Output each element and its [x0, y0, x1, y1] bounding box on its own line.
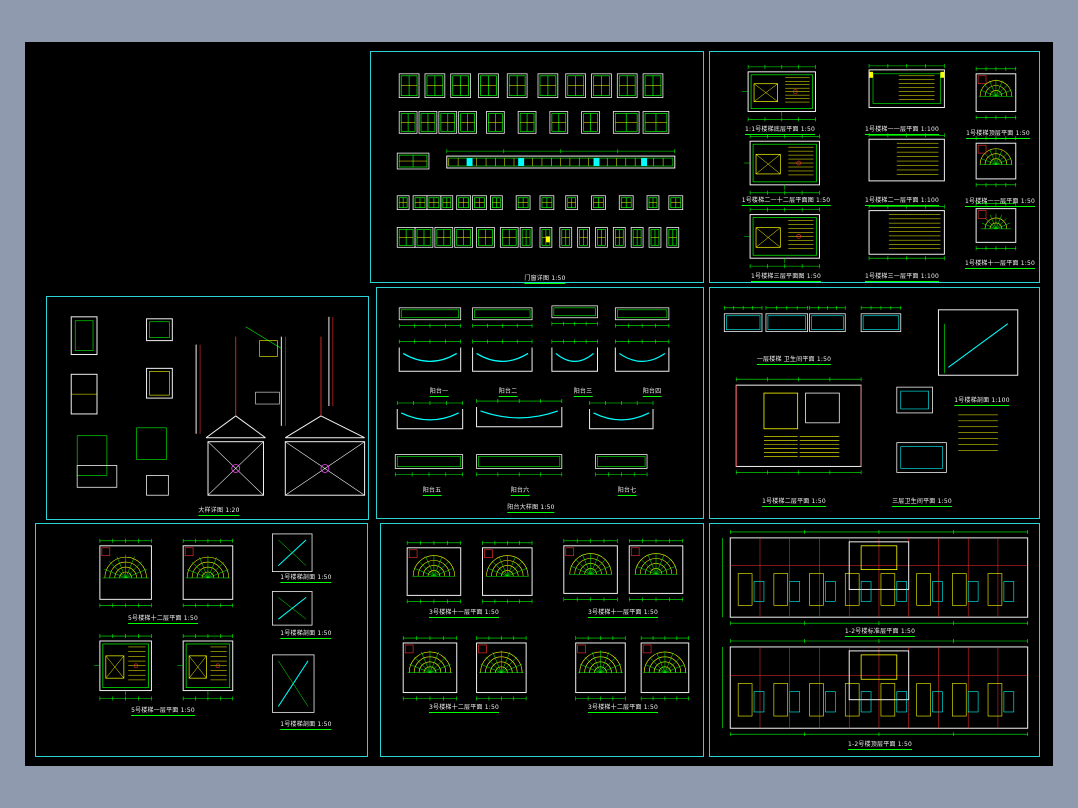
floor-plan-panel: 1-2号楼标准层平面 1:50 1-2号楼顶层平面 1:50 — [709, 523, 1040, 757]
stair-3-title-1: 3号楼梯十一层平面 1:50 — [429, 609, 499, 618]
stair-1-title-1: 1:1号楼梯底层平面 1:50 — [744, 126, 816, 135]
stair-1-title-2: 1号楼梯二一十二层平面图 1:50 — [741, 197, 831, 206]
balcony-label-2: 阳台二 — [498, 388, 518, 397]
stair-5-panel: 5号楼梯十二层平面 1:50 5号楼梯一层平面 1:50 1号楼梯剖面 1:50… — [35, 523, 368, 757]
elevator-title-4: 三层卫生间平面 1:50 — [892, 498, 952, 507]
stair-1-title-6: 1号楼梯三一层平面 1:100 — [864, 273, 940, 282]
balcony-label-1: 阳台一 — [429, 388, 449, 397]
balcony-label-7: 阳台七 — [617, 487, 637, 496]
balcony-label-5: 阳台五 — [422, 487, 442, 496]
elevator-title-1: 一层楼梯 卫生间平面 1:50 — [756, 356, 832, 365]
balcony-panel: 阳台一 阳台二 阳台三 阳台四 阳台五 阳台六 阳台七 阳台大样图 1:50 — [376, 287, 704, 519]
stair-1-title-3: 1号楼梯三层平面图 1:50 — [751, 273, 821, 282]
stair-5-title-2: 5号楼梯一层平面 1:50 — [131, 707, 195, 716]
node-detail-title: 大样详图 1:20 — [198, 507, 240, 516]
stair-1-title-4: 1号楼梯一一层平面 1:100 — [864, 126, 940, 135]
balcony-label-3: 阳台三 — [573, 388, 593, 397]
node-detail-panel: 大样详图 1:20 — [46, 296, 369, 520]
stair-3-title-2: 3号楼梯十一层平面 1:50 — [588, 609, 658, 618]
balcony-label-6: 阳台六 — [510, 487, 530, 496]
stair-3-panel: 3号楼梯十一层平面 1:50 3号楼梯十一层平面 1:50 3号楼梯十二层平面 … — [380, 523, 704, 757]
door-window-title: 门窗详图 1:50 — [524, 275, 566, 284]
stair-1-drawing — [742, 63, 1017, 269]
stair-1-title-8: 1号楼梯一一层平面 1:50 — [965, 198, 1035, 207]
balcony-main-title: 阳台大样图 1:50 — [507, 504, 556, 513]
stair-1-title-7: 1号楼梯顶层平面 1:50 — [966, 130, 1030, 139]
door-window-drawing — [396, 73, 684, 248]
floor-plan-title-1: 1-2号楼标准层平面 1:50 — [844, 628, 916, 637]
door-window-panel: 门窗详图 1:50 — [370, 51, 704, 284]
stair-1-title-9: 1号楼梯十一层平面 1:50 — [965, 260, 1035, 269]
stair-5-section-2: 1号楼梯剖面 1:50 — [280, 630, 333, 639]
stair-3-drawing — [402, 538, 690, 701]
stair-1-title-5: 1号楼梯二一层平面 1:100 — [864, 197, 940, 206]
floor-plan-drawing — [722, 529, 1029, 737]
elevator-panel: 一层楼梯 卫生间平面 1:50 1号楼梯剖面 1:100 1号楼梯二层平面 1:… — [709, 287, 1040, 519]
balcony-drawing — [394, 305, 670, 477]
node-detail-drawing — [70, 316, 366, 496]
stair-5-section-1: 1号楼梯剖面 1:50 — [280, 574, 333, 583]
drawing-sheet: 门窗详图 1:50 1:1号楼梯底层平面 1:50 1号楼梯二一十二层平面图 1… — [25, 42, 1053, 766]
stair-5-title-1: 5号楼梯十二层平面 1:50 — [128, 615, 198, 624]
stair-3-title-4: 3号楼梯十二层平面 1:50 — [588, 704, 658, 713]
stair-1-panel: 1:1号楼梯底层平面 1:50 1号楼梯二一十二层平面图 1:50 1号楼梯三层… — [709, 51, 1040, 283]
elevator-title-2: 1号楼梯剖面 1:100 — [954, 397, 1011, 406]
balcony-label-4: 阳台四 — [642, 388, 662, 397]
stair-3-title-3: 3号楼梯十二层平面 1:50 — [429, 704, 499, 713]
stair-5-section-3: 1号楼梯剖面 1:50 — [280, 721, 333, 730]
floor-plan-title-2: 1-2号楼顶层平面 1:50 — [848, 741, 912, 750]
elevator-title-3: 1号楼梯二层平面 1:50 — [762, 498, 826, 507]
